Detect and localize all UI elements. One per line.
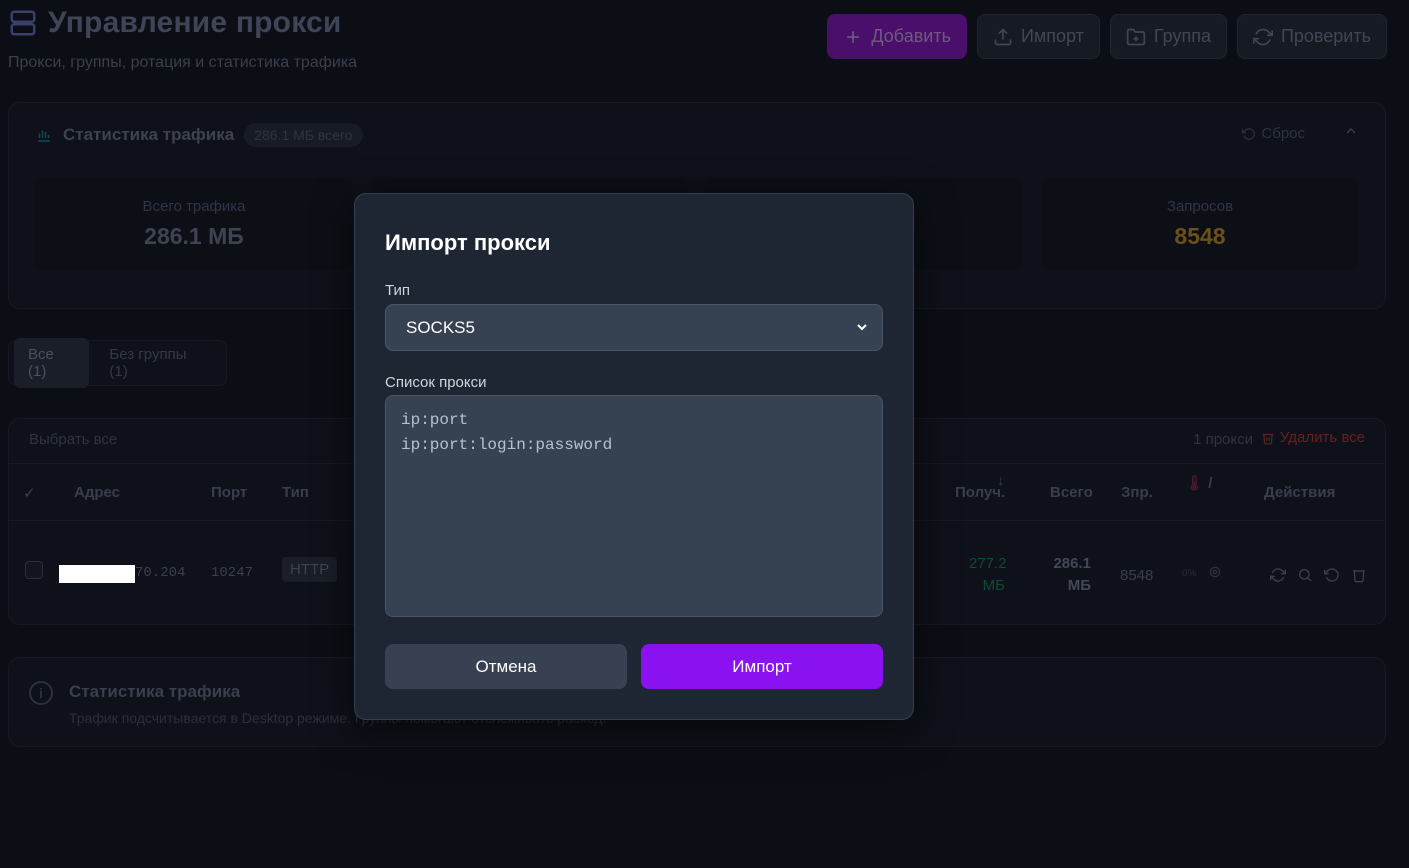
page-header: Управление прокси Прокси, группы, ротаци…	[8, 6, 1387, 76]
row-address-suffix: 70.204	[135, 565, 186, 581]
placeholder-line-2: ip:port:login:password	[401, 436, 613, 454]
col-port[interactable]: Порт	[211, 484, 247, 501]
stats-reset-label: Сброс	[1261, 125, 1305, 142]
stats-total-badge: 286.1 МБ всего	[244, 123, 363, 147]
row-received-value: 277.2	[969, 555, 1007, 572]
proxy-list-textarea[interactable]: ip:port ip:port:login:password	[385, 395, 883, 617]
stat-label: Запросов	[1166, 198, 1234, 215]
stat-requests: Запросов 8548	[1041, 178, 1359, 270]
rotate-ccw-icon	[1242, 127, 1256, 140]
row-type: HTTP	[282, 557, 338, 582]
import-label: Импорт	[1020, 26, 1084, 46]
redacted-address	[59, 565, 135, 583]
col-rotation: 🌡 /	[1185, 474, 1212, 492]
rotate-ccw-icon[interactable]	[1324, 567, 1340, 583]
row-total-value: 286.1	[1053, 555, 1091, 572]
refresh-icon[interactable]	[1270, 567, 1286, 583]
col-rotation-sep: /	[1208, 475, 1213, 492]
page-title: Управление прокси	[48, 6, 342, 39]
col-requests[interactable]: Зпр.	[1121, 484, 1153, 501]
search-icon[interactable]	[1297, 567, 1313, 583]
row-port: 10247	[211, 565, 254, 581]
group-button[interactable]: Группа	[1109, 14, 1227, 59]
import-button[interactable]: Импорт	[976, 14, 1100, 59]
placeholder-line-1: ip:port	[401, 411, 469, 429]
type-badge: HTTP	[282, 557, 338, 582]
stats-reset-button[interactable]: Сброс	[1242, 125, 1305, 142]
tab-all[interactable]: Все (1)	[14, 338, 90, 388]
list-label: Список прокси	[385, 374, 487, 391]
delete-all-label: Удалить все	[1279, 429, 1365, 446]
col-address[interactable]: Адрес	[74, 484, 120, 501]
import-confirm-button[interactable]: Импорт	[641, 644, 883, 689]
col-type[interactable]: Тип	[282, 484, 309, 501]
row-received-unit: МБ	[982, 577, 1005, 594]
row-actions	[1270, 567, 1367, 583]
group-label: Группа	[1153, 26, 1211, 46]
col-total[interactable]: Всего	[1050, 484, 1093, 501]
info-icon: i	[29, 681, 53, 705]
settings-icon[interactable]	[1208, 565, 1222, 583]
row-rotation-pct: 0%	[1182, 568, 1197, 579]
proxy-type-select[interactable]: SOCKS5	[385, 304, 883, 351]
thermometer-icon: 🌡	[1185, 475, 1205, 492]
folder-plus-icon	[1126, 28, 1146, 45]
import-proxy-modal: Импорт прокси Тип SOCKS5 Список прокси i…	[354, 193, 914, 720]
col-received[interactable]: Получ.	[955, 484, 1005, 501]
row-total-unit: МБ	[1067, 577, 1091, 594]
upload-icon	[994, 27, 1012, 45]
proxy-count: 1 прокси	[1193, 431, 1253, 448]
row-requests: 8548	[1120, 567, 1154, 584]
check-label: Проверить	[1280, 26, 1371, 46]
add-proxy-button[interactable]: Добавить	[827, 14, 967, 59]
stats-title: Статистика трафика	[63, 125, 235, 144]
delete-all-button[interactable]: Удалить все	[1261, 429, 1365, 446]
trash-icon	[1262, 433, 1274, 444]
proxy-type-value: SOCKS5	[406, 317, 475, 337]
plus-icon	[847, 30, 860, 43]
col-check[interactable]: ✓	[23, 484, 36, 502]
server-icon	[8, 8, 38, 38]
modal-title: Импорт прокси	[385, 230, 551, 255]
info-title: Статистика трафика	[69, 682, 241, 701]
type-label: Тип	[385, 282, 411, 299]
refresh-icon	[1252, 28, 1273, 45]
tab-ungrouped[interactable]: Без группы (1)	[95, 338, 221, 388]
chevron-up-icon[interactable]	[1343, 123, 1359, 144]
trash-icon[interactable]	[1351, 567, 1367, 583]
row-checkbox[interactable]	[25, 561, 43, 579]
stat-value: 8548	[1174, 223, 1226, 249]
chevron-down-icon	[857, 324, 867, 331]
header-actions: Добавить Импорт Группа Проверить	[827, 14, 1387, 59]
stats-header: Статистика трафика 286.1 МБ всего	[35, 123, 363, 147]
check-button[interactable]: Проверить	[1236, 14, 1387, 59]
add-proxy-label: Добавить	[871, 26, 951, 46]
col-actions: Действия	[1264, 484, 1336, 501]
select-all-button[interactable]: Выбрать все	[29, 431, 117, 448]
bar-chart-icon	[38, 130, 50, 142]
stat-value: 286.1 МБ	[144, 223, 244, 249]
stat-total-traffic: Всего трафика 286.1 МБ	[35, 178, 353, 270]
group-tabs: Все (1) Без группы (1)	[8, 338, 227, 388]
stat-label: Всего трафика	[142, 198, 246, 215]
cancel-button[interactable]: Отмена	[385, 644, 627, 689]
